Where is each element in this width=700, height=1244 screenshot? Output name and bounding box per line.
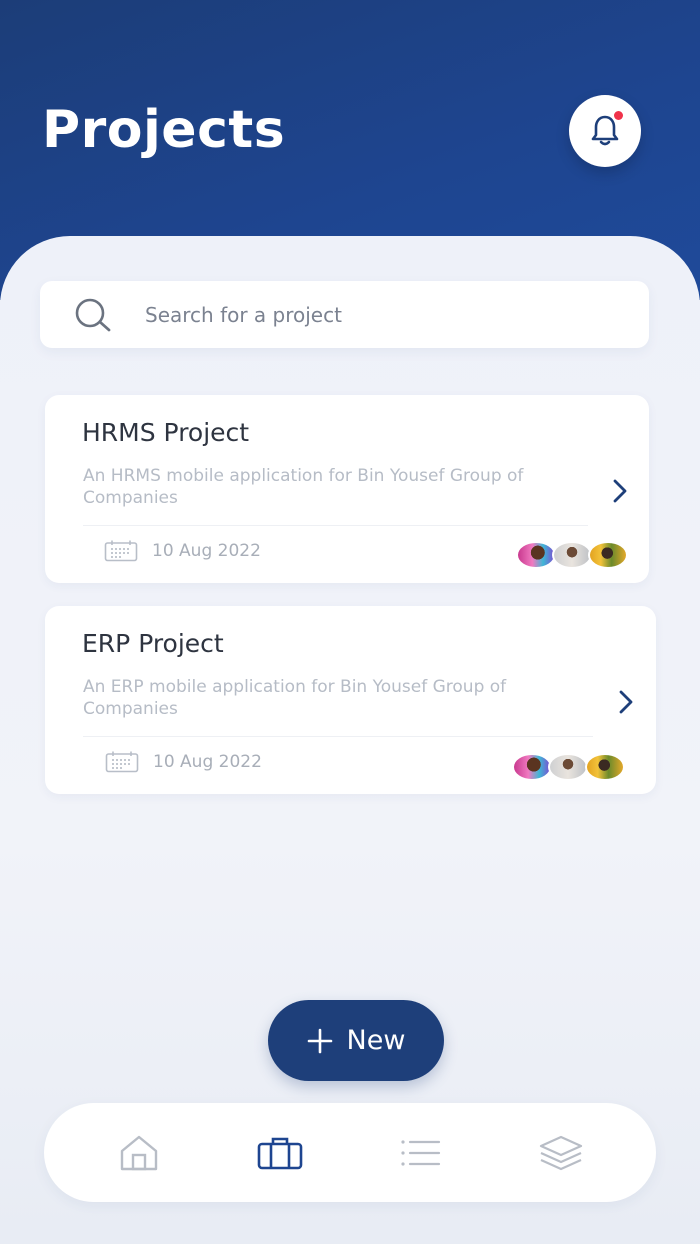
layers-icon <box>539 1135 583 1171</box>
avatar <box>548 753 588 781</box>
home-icon <box>120 1135 158 1171</box>
avatar <box>585 753 625 781</box>
calendar-icon <box>104 540 138 562</box>
project-description: An ERP mobile application for Bin Yousef… <box>83 677 507 719</box>
avatar <box>588 541 628 569</box>
project-description: An HRMS mobile application for Bin Youse… <box>83 466 524 508</box>
nav-item-layers[interactable] <box>537 1131 585 1175</box>
chevron-right-icon[interactable] <box>616 689 636 715</box>
new-project-button[interactable]: New <box>268 1000 444 1081</box>
project-date: 10 Aug 2022 <box>153 752 262 772</box>
calendar-icon <box>105 751 139 773</box>
avatar <box>552 541 592 569</box>
card-divider <box>83 525 588 526</box>
nav-item-projects[interactable] <box>256 1131 304 1175</box>
briefcase-icon <box>257 1137 303 1170</box>
list-icon <box>401 1140 441 1166</box>
page-title: Projects <box>42 100 286 160</box>
plus-icon <box>307 1028 332 1053</box>
nav-item-home[interactable] <box>115 1131 163 1175</box>
notification-badge <box>614 111 623 120</box>
chevron-right-icon[interactable] <box>610 478 630 504</box>
search-input[interactable] <box>145 300 625 330</box>
project-title: ERP Project <box>82 629 224 658</box>
project-title: HRMS Project <box>82 418 250 447</box>
avatar <box>512 753 552 781</box>
nav-item-list[interactable] <box>396 1131 444 1175</box>
avatar <box>516 541 556 569</box>
project-date: 10 Aug 2022 <box>152 541 261 561</box>
new-button-label: New <box>346 1025 406 1056</box>
card-divider <box>83 736 593 737</box>
notifications-button[interactable] <box>569 95 641 167</box>
search-icon <box>75 298 111 332</box>
